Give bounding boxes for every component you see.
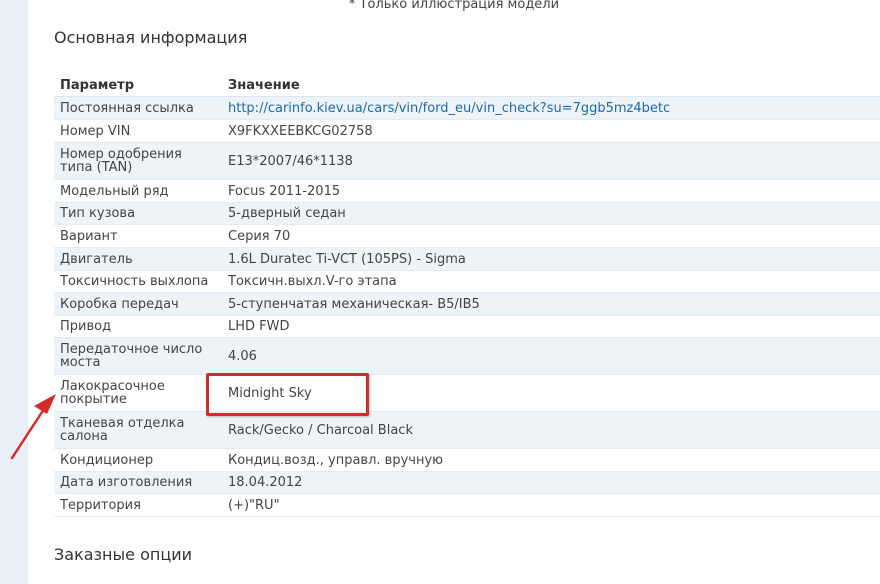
row-param-vin: Номер VIN [54,119,222,143]
row-param-drive: Привод [54,315,222,338]
table-row: Кондиционер Кондиц.возд., управл. вручну… [54,448,880,472]
row-param-model-range: Модельный ряд [54,179,222,203]
param-column-header: Параметр [54,74,222,97]
model-illustration-note: * Только иллюстрация модели [348,0,560,12]
permalink-link[interactable]: http://carinfo.kiev.ua/cars/vin/ford_eu/… [228,101,670,116]
table-row: Постоянная ссылка http://carinfo.kiev.ua… [54,96,880,120]
row-value-vin: X9FKXXEEBKCG02758 [222,119,880,143]
table-row: Модельный ряд Focus 2011-2015 [54,179,880,203]
table-row: Токсичность выхлопа Токсичн.выхл.V-го эт… [54,270,880,293]
row-value-ac: Кондиц.возд., управл. вручную [222,448,880,472]
row-param-trim: Тканевая отделка салона [54,411,222,449]
row-value-axle-ratio: 4.06 [222,337,880,375]
main-info-title: Основная информация [54,28,248,47]
row-value-variant: Серия 70 [222,224,880,248]
row-value-permalink: http://carinfo.kiev.ua/cars/vin/ford_eu/… [222,96,880,120]
page-content: * Только иллюстрация модели Основная инф… [28,0,880,584]
table-row: Номер одобрения типа (TAN) E13*2007/46*1… [54,142,880,180]
row-value-drive: LHD FWD [222,315,880,338]
row-param-ac: Кондиционер [54,448,222,472]
table-row: Территория (+)"RU" [54,493,880,517]
row-value-paint: Midnight Sky [222,374,880,412]
row-value-tan: E13*2007/46*1138 [222,142,880,180]
row-value-territory: (+)"RU" [222,493,880,517]
row-value-body-type: 5-дверный седан [222,202,880,225]
table-header-row: Параметр Значение [54,74,880,97]
table-row: Дата изготовления 18.04.2012 [54,471,880,494]
row-value-trim: Rack/Gecko / Charcoal Black [222,411,880,449]
table-row: Коробка передач 5-ступенчатая механическ… [54,292,880,316]
row-value-engine: 1.6L Duratec Ti-VCT (105PS) - Sigma [222,247,880,271]
row-param-engine: Двигатель [54,247,222,271]
table-row: Лакокрасочное покрытие Midnight Sky [54,374,880,412]
table-row: Тип кузова 5-дверный седан [54,202,880,225]
row-value-model-range: Focus 2011-2015 [222,179,880,203]
row-value-build-date: 18.04.2012 [222,471,880,494]
table-row: Вариант Серия 70 [54,224,880,248]
row-param-transmission: Коробка передач [54,292,222,316]
table-row: Передаточное число моста 4.06 [54,337,880,375]
row-param-emissions: Токсичность выхлопа [54,270,222,293]
row-param-body-type: Тип кузова [54,202,222,225]
row-value-emissions: Токсичн.выхл.V-го этапа [222,270,880,293]
value-column-header: Значение [222,74,880,97]
table-row: Привод LHD FWD [54,315,880,338]
row-param-variant: Вариант [54,224,222,248]
options-title: Заказные опции [54,545,192,564]
table-row: Тканевая отделка салона Rack/Gecko / Cha… [54,411,880,449]
row-param-territory: Территория [54,493,222,517]
row-param-axle-ratio: Передаточное число моста [54,337,222,375]
row-param-tan: Номер одобрения типа (TAN) [54,142,222,180]
row-param-permalink: Постоянная ссылка [54,96,222,120]
row-value-transmission: 5-ступенчатая механическая- B5/IB5 [222,292,880,316]
row-param-build-date: Дата изготовления [54,471,222,494]
vehicle-info-table: Параметр Значение Постоянная ссылка http… [54,74,880,517]
table-row: Номер VIN X9FKXXEEBKCG02758 [54,119,880,143]
table-row: Двигатель 1.6L Duratec Ti-VCT (105PS) - … [54,247,880,271]
row-param-paint: Лакокрасочное покрытие [54,374,222,412]
